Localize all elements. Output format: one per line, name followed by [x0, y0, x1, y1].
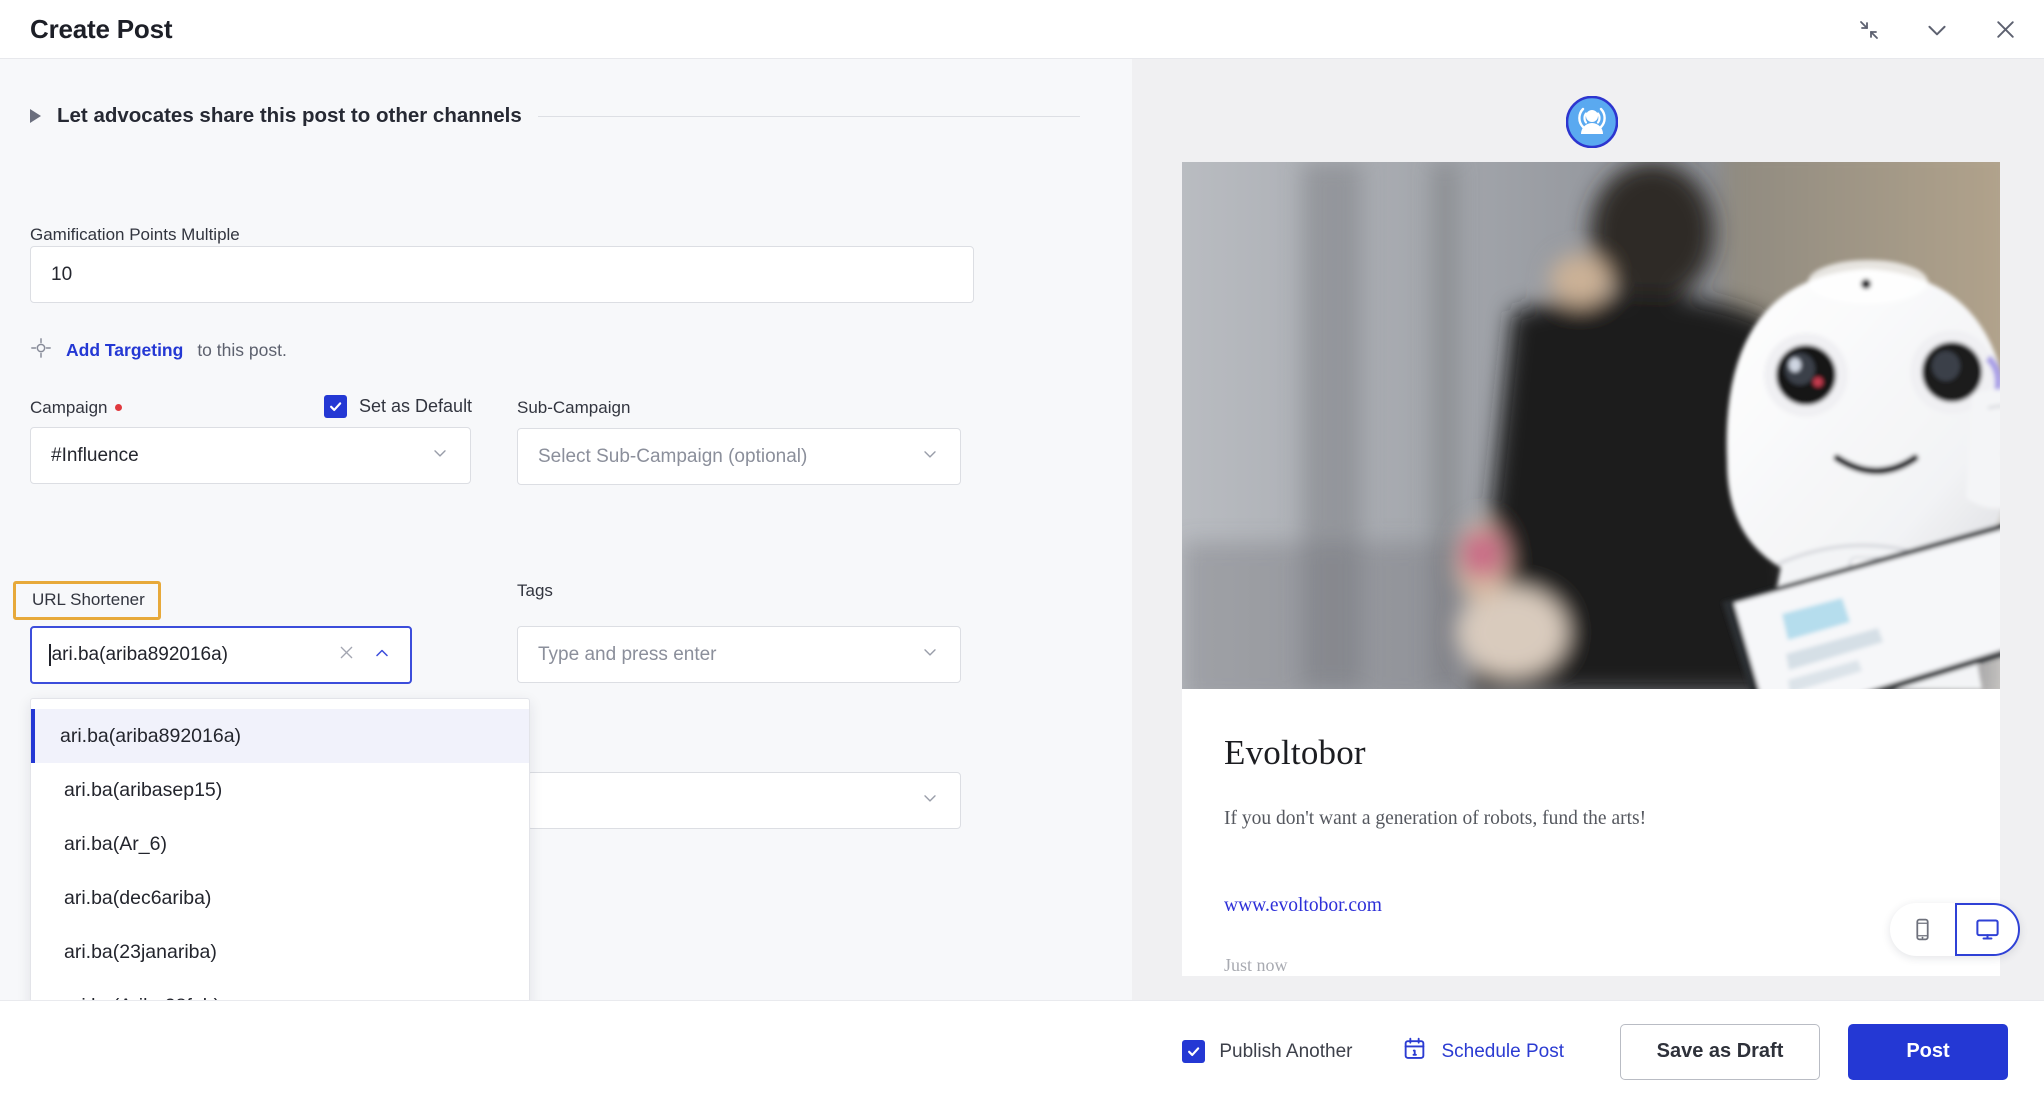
campaign-label-text: Campaign	[30, 398, 108, 417]
publish-another-checkbox[interactable]: Publish Another	[1182, 1040, 1352, 1063]
url-shortener-dropdown[interactable]: ari.ba(ariba892016a) ari.ba(aribasep15) …	[30, 698, 530, 1000]
checkbox-checked-icon	[324, 395, 347, 418]
post-preview-card: Evoltobor If you don't want a generation…	[1182, 162, 2000, 976]
gamification-points-input[interactable]: 10	[30, 246, 974, 303]
schedule-post-label: Schedule Post	[1441, 1040, 1564, 1062]
modal-titlebar: Create Post	[0, 0, 2044, 59]
advocates-section-label: Let advocates share this post to other c…	[57, 104, 522, 127]
tags-placeholder: Type and press enter	[538, 643, 717, 665]
target-crosshair-icon	[30, 337, 52, 364]
chevron-down-icon[interactable]	[1920, 13, 1954, 47]
tags-label: Tags	[517, 581, 553, 600]
form-pane: Let advocates share this post to other c…	[0, 59, 1132, 1000]
sub-campaign-placeholder: Select Sub-Campaign (optional)	[538, 445, 808, 467]
triangle-right-icon	[30, 109, 41, 123]
page-title: Create Post	[30, 13, 173, 44]
sub-campaign-select[interactable]: Select Sub-Campaign (optional)	[517, 428, 961, 485]
chevron-down-icon	[920, 642, 940, 668]
close-icon[interactable]	[1988, 13, 2022, 47]
url-shortener-label-highlight: URL Shortener	[13, 581, 161, 620]
publish-another-label: Publish Another	[1219, 1040, 1353, 1062]
post-button[interactable]: Post	[1848, 1023, 2008, 1080]
text-cursor	[49, 644, 51, 666]
secondary-select[interactable]	[527, 772, 961, 829]
url-shortener-label: URL Shortener	[32, 590, 145, 609]
chevron-down-icon	[430, 443, 450, 469]
chevron-down-icon	[920, 444, 940, 470]
url-shortener-value: ari.ba(ariba892016a)	[51, 644, 228, 665]
campaign-value: #Influence	[51, 444, 139, 466]
advocates-section-header[interactable]: Let advocates share this post to other c…	[30, 104, 1120, 128]
dropdown-option[interactable]: ari.ba(aribasep15)	[31, 763, 529, 817]
set-as-default-label: Set as Default	[359, 396, 473, 416]
add-targeting-row: Add Targeting to this post.	[30, 337, 287, 364]
dropdown-option[interactable]: ari.ba(Ar_6)	[31, 817, 529, 871]
preview-description: If you don't want a generation of robots…	[1224, 808, 1647, 829]
chevron-up-icon[interactable]	[372, 643, 392, 668]
collapse-icon[interactable]	[1852, 13, 1886, 47]
preview-timestamp: Just now	[1224, 955, 1288, 975]
campaign-label: Campaign	[30, 398, 122, 418]
dropdown-option[interactable]: ari.ba(Ariba28feb)	[31, 979, 529, 1001]
set-as-default-checkbox[interactable]: Set as Default	[324, 395, 472, 418]
dropdown-option[interactable]: ari.ba(ariba892016a)	[31, 709, 529, 763]
schedule-post-button[interactable]: Schedule Post	[1402, 1036, 1564, 1067]
desktop-view-button[interactable]	[1955, 903, 2020, 956]
create-post-modal: Create Post Let advocates share this pos…	[0, 0, 2044, 1102]
preview-text-body: Evoltobor If you don't want a generation…	[1182, 689, 2000, 976]
broadcast-avatar-icon	[1565, 95, 1619, 149]
campaign-select[interactable]: #Influence	[30, 427, 471, 484]
gamification-points-label: Gamification Points Multiple	[30, 225, 240, 244]
dropdown-option[interactable]: ari.ba(23janariba)	[31, 925, 529, 979]
url-shortener-input[interactable]: ari.ba(ariba892016a)	[30, 626, 412, 684]
required-indicator	[114, 404, 122, 411]
tags-input[interactable]: Type and press enter	[517, 626, 961, 683]
preview-image	[1182, 162, 2000, 689]
checkbox-checked-icon	[1182, 1040, 1206, 1063]
modal-footer: Publish Another Schedule Post Save as Dr…	[0, 1000, 2044, 1102]
calendar-icon	[1402, 1036, 1427, 1067]
add-targeting-link[interactable]: Add Targeting	[66, 340, 183, 361]
device-preview-toggle	[1890, 903, 2020, 956]
clear-icon[interactable]	[337, 643, 356, 667]
sub-campaign-label: Sub-Campaign	[517, 398, 631, 417]
preview-url-link[interactable]: www.evoltobor.com	[1224, 895, 1958, 917]
add-targeting-suffix: to this post.	[197, 340, 287, 360]
url-shortener-controls	[337, 643, 396, 668]
mobile-view-button[interactable]	[1890, 903, 1955, 956]
window-actions	[1852, 0, 2022, 59]
dropdown-option[interactable]: ari.ba(dec6ariba)	[31, 871, 529, 925]
save-as-draft-button[interactable]: Save as Draft	[1620, 1023, 1820, 1080]
chevron-down-icon	[920, 788, 940, 814]
section-divider	[537, 115, 1080, 117]
preview-title: Evoltobor	[1224, 733, 1366, 772]
